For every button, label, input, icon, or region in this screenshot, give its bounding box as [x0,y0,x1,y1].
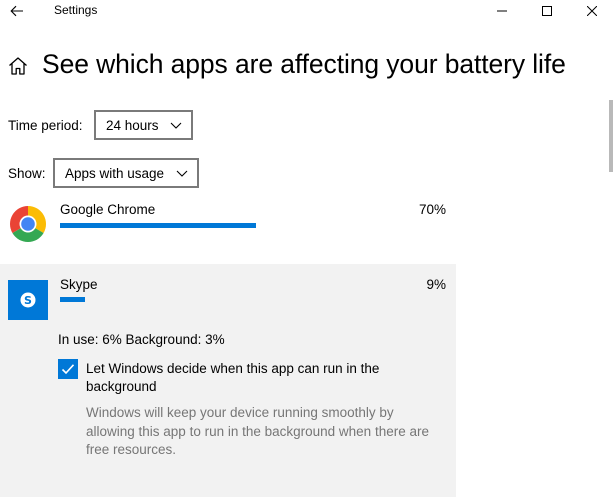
back-button[interactable] [6,1,28,21]
app-percent: 9% [426,277,446,292]
chrome-icon [9,206,47,243]
chevron-down-icon [170,122,182,129]
title-bar: Settings [0,0,615,24]
show-selected: Apps with usage [65,165,165,181]
app-name: Google Chrome [60,202,156,217]
home-icon[interactable] [7,55,29,77]
background-description: Windows will keep your device running sm… [86,405,429,457]
checkmark-icon [61,364,75,375]
app-row-chrome[interactable]: Google Chrome 70% [0,198,456,258]
time-period-selected: 24 hours [106,117,159,133]
window-title: Settings [54,3,98,17]
app-percent: 70% [418,202,446,217]
time-period-label: Time period: [8,118,83,133]
svg-text:S: S [24,294,32,307]
page-title: See which apps are affecting your batter… [42,49,566,79]
time-period-dropdown[interactable]: 24 hours [94,110,193,140]
minimize-button[interactable] [479,0,525,22]
skype-icon: S [8,280,48,320]
maximize-button[interactable] [524,0,570,22]
show-dropdown[interactable]: Apps with usage [53,158,199,188]
close-button[interactable] [569,0,615,22]
usage-detail: In use: 6% Background: 3% [58,332,225,347]
maximize-icon [542,6,552,16]
usage-bar [60,223,256,228]
back-arrow-icon [10,5,23,17]
app-name: Skype [60,277,98,292]
scrollbar-thumb[interactable] [609,100,613,172]
show-label: Show: [8,166,46,181]
usage-bar [60,297,85,302]
app-row-skype[interactable]: S Skype 9% In use: 6% Background: 3% Let… [0,264,456,497]
chevron-down-icon [176,170,188,177]
close-icon [587,6,597,16]
minimize-icon [497,10,507,12]
background-checkbox-label[interactable]: Let Windows decide when this app can run… [86,360,406,396]
skype-logo-icon: S [20,292,36,308]
background-checkbox[interactable] [58,359,78,379]
